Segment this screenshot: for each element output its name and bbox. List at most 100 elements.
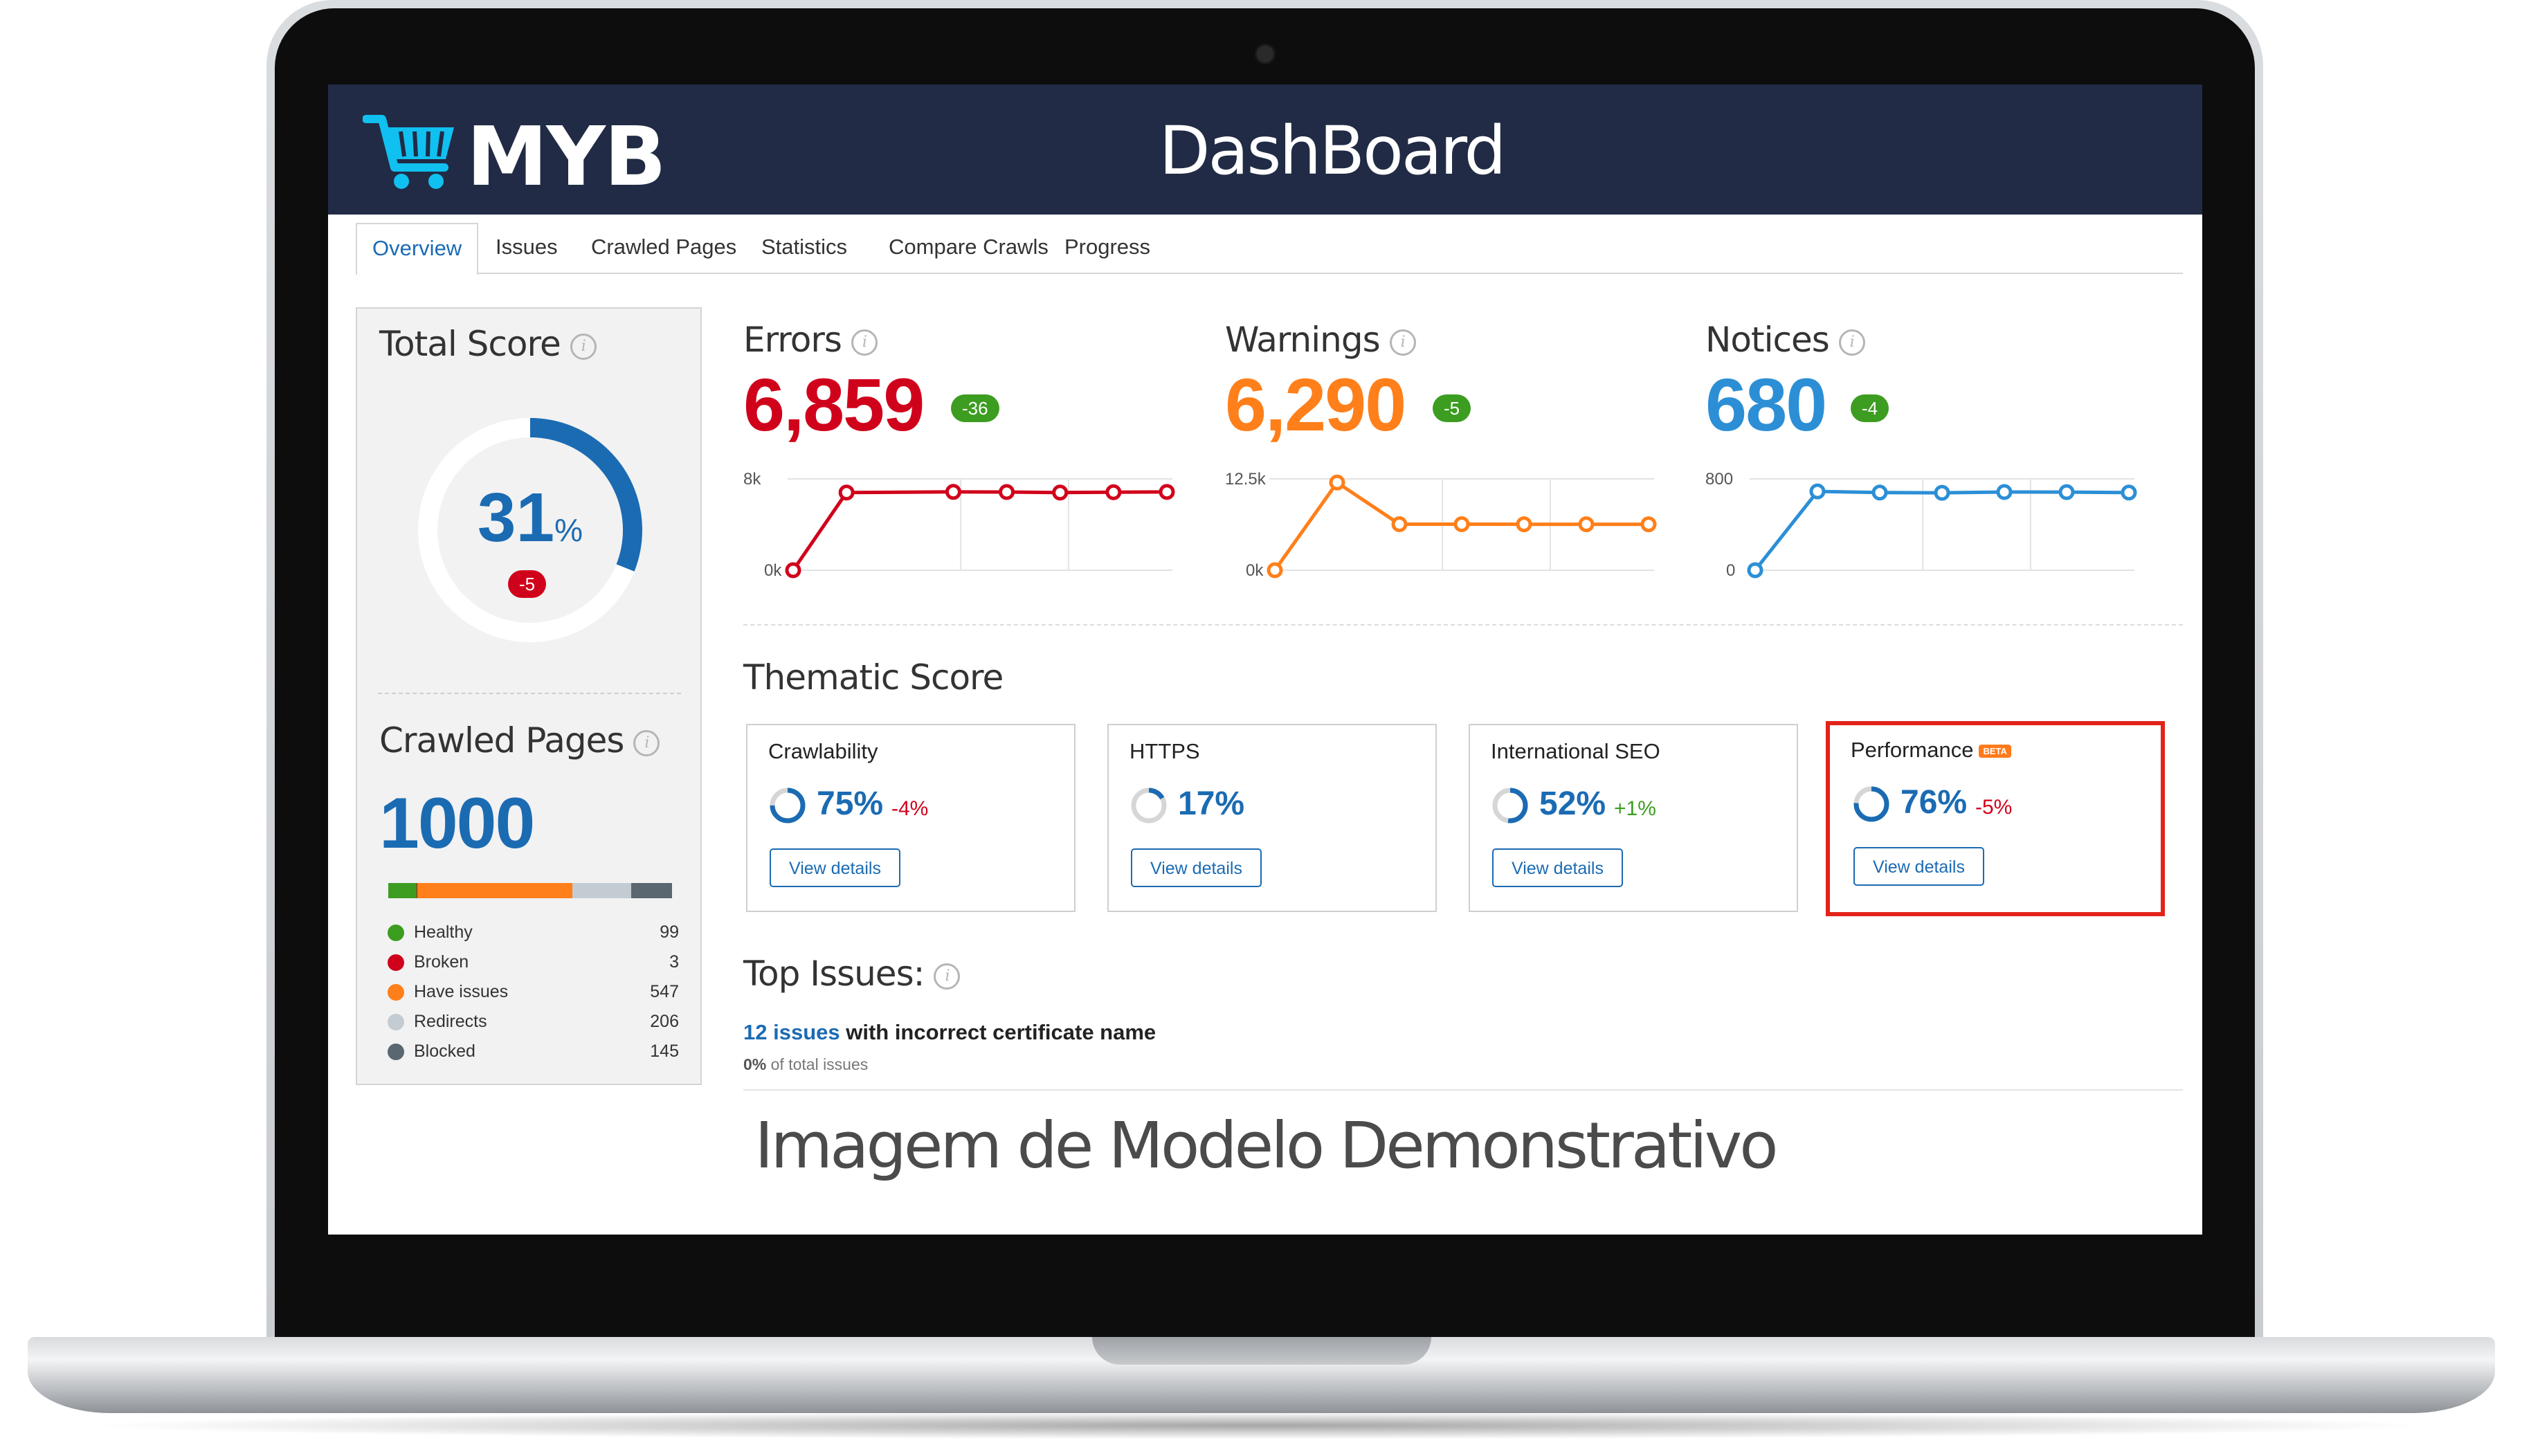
legend-item: Have issues 547 xyxy=(385,977,679,1007)
info-icon[interactable]: i xyxy=(570,333,597,360)
data-point xyxy=(945,484,961,500)
laptop-shadow xyxy=(83,1412,2436,1439)
errors-label: Errors xyxy=(743,320,842,360)
legend-label: Have issues xyxy=(414,982,509,1001)
errors-delta-badge: -36 xyxy=(951,394,999,422)
legend-item: Broken 3 xyxy=(385,947,679,977)
tab-statistics[interactable]: Statistics xyxy=(746,223,862,271)
total-score-gauge: 31% -5 xyxy=(406,406,655,655)
laptop-mockup: MYB DashBoard Overview Issues Crawled Pa… xyxy=(0,0,2522,1456)
errors-chart: 8k 0k xyxy=(743,470,1175,580)
data-point xyxy=(1809,483,1826,500)
view-details-button[interactable]: View details xyxy=(1131,848,1262,887)
view-details-button[interactable]: View details xyxy=(1492,848,1623,887)
data-point xyxy=(1052,484,1069,501)
data-point xyxy=(1640,516,1657,533)
tab-compare-crawls[interactable]: Compare Crawls xyxy=(873,223,1064,271)
top-bar: MYB DashBoard xyxy=(328,84,2202,215)
card-title: Crawlability xyxy=(768,739,878,763)
card-percent: 17% xyxy=(1178,785,1245,822)
card-title-row: Performance BETA xyxy=(1851,738,2011,763)
shopping-cart-icon[interactable] xyxy=(363,104,460,201)
progress-ring-icon xyxy=(770,788,806,823)
errors-value: 6,859 xyxy=(743,363,925,446)
score-delta-badge: -5 xyxy=(508,570,547,598)
warnings-label: Warnings xyxy=(1225,320,1381,360)
legend-count: 206 xyxy=(650,1012,679,1031)
issue-subtext: 0% of total issues xyxy=(743,1055,868,1074)
data-point xyxy=(1996,484,2013,500)
issue-item: 12 issues with incorrect certificate nam… xyxy=(743,1020,1156,1045)
issue-subtext-label: of total issues xyxy=(766,1055,869,1073)
legend-item: Redirects 206 xyxy=(385,1007,679,1037)
laptop-notch xyxy=(1092,1337,1431,1365)
data-point xyxy=(1159,484,1175,500)
page-title: DashBoard xyxy=(1159,112,1507,190)
thematic-card-https: HTTPS 17% View details xyxy=(1107,724,1437,912)
tab-issues[interactable]: Issues xyxy=(480,223,573,271)
crawled-pages-legend: Healthy 99 Broken 3 Have issues 547 Redirects 2… xyxy=(385,918,679,1066)
notices-chart: 800 0 xyxy=(1705,470,2137,580)
legend-label: Redirects xyxy=(414,1012,487,1031)
tab-progress[interactable]: Progress xyxy=(1049,223,1165,271)
total-score-value: 31% xyxy=(406,478,655,558)
notices-value: 680 xyxy=(1705,363,1827,446)
legend-dot-icon xyxy=(388,954,404,972)
thematic-card-performance: Performance BETA 76% -5% View details xyxy=(1826,721,2165,916)
view-details-button[interactable]: View details xyxy=(770,848,900,887)
summary-panel: Total Score i 31% -5 Crawled Pages i 1000 … xyxy=(356,307,702,1085)
legend-dot-icon xyxy=(388,925,404,942)
data-point xyxy=(1105,484,1122,500)
legend-count: 99 xyxy=(660,922,679,942)
crawled-pages-title: Crawled Pages xyxy=(379,720,624,761)
card-delta: +1% xyxy=(1614,797,1656,820)
legend-dot-icon xyxy=(388,984,404,1001)
card-title: Performance xyxy=(1851,738,1974,762)
notices-block: Notices i 680 -4 800 0 xyxy=(1705,320,2148,597)
top-issues-heading: Top Issues: i xyxy=(743,954,961,994)
card-title: International SEO xyxy=(1491,739,1660,763)
legend-count: 145 xyxy=(650,1041,679,1061)
legend-dot-icon xyxy=(388,1014,404,1031)
series-line xyxy=(1754,489,2130,572)
info-icon[interactable]: i xyxy=(633,729,660,756)
camera-icon xyxy=(1255,44,1276,64)
progress-ring-icon xyxy=(1853,786,1889,822)
data-point xyxy=(1578,516,1595,533)
card-percent: 76% xyxy=(1900,784,1968,821)
data-point xyxy=(1391,516,1408,532)
tab-overview[interactable]: Overview xyxy=(356,223,479,275)
tab-crawled-pages[interactable]: Crawled Pages xyxy=(576,223,752,271)
errors-block: Errors i 6,859 -36 8k 0k xyxy=(743,320,1186,597)
y-tick-label: 0 xyxy=(1726,561,1735,580)
info-icon[interactable]: i xyxy=(851,329,878,356)
data-point xyxy=(785,562,801,579)
bar-segment-healthy xyxy=(388,883,417,898)
top-issues-title: Top Issues: xyxy=(743,954,925,994)
info-icon[interactable]: i xyxy=(1389,329,1416,356)
view-details-button[interactable]: View details xyxy=(1853,847,1984,886)
y-tick-label: 8k xyxy=(743,470,761,489)
score-unit: % xyxy=(554,512,583,548)
info-icon[interactable]: i xyxy=(934,963,961,990)
data-point xyxy=(2058,484,2075,500)
bar-segment-redirects xyxy=(572,883,631,898)
progress-ring-icon xyxy=(1492,788,1528,823)
app-screen: MYB DashBoard Overview Issues Crawled Pa… xyxy=(328,84,2202,1235)
progress-ring-icon xyxy=(1131,788,1167,823)
data-point xyxy=(999,484,1015,500)
warnings-delta-badge: -5 xyxy=(1433,394,1471,422)
data-point xyxy=(1453,516,1470,532)
info-icon[interactable]: i xyxy=(1838,329,1865,356)
legend-item: Healthy 99 xyxy=(385,918,679,947)
thematic-card-international-seo: International SEO 52% +1% View details xyxy=(1469,724,1798,912)
legend-item: Blocked 145 xyxy=(385,1037,679,1066)
thematic-score-title: Thematic Score xyxy=(743,657,1004,698)
issue-link[interactable]: 12 issues xyxy=(743,1020,840,1044)
data-point xyxy=(1329,474,1345,491)
y-tick-label: 0k xyxy=(1246,561,1264,580)
thematic-card-crawlability: Crawlability 75% -4% View details xyxy=(746,724,1076,912)
legend-label: Broken xyxy=(414,952,469,972)
issue-percent: 0% xyxy=(743,1055,767,1073)
total-score-title: Total Score xyxy=(379,324,561,364)
